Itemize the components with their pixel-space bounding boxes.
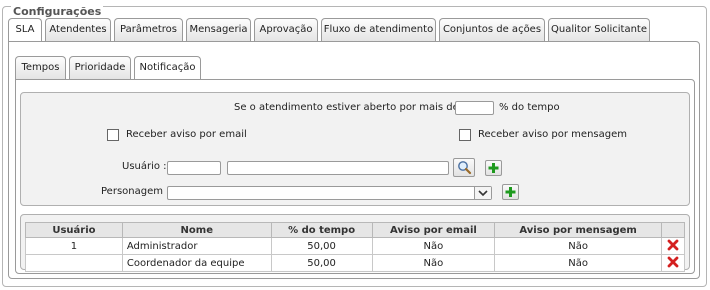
dropdown-button[interactable] — [474, 187, 491, 199]
col-aviso-mensagem: Aviso por mensagem — [494, 222, 662, 238]
persona-label: Personagem : — [101, 186, 170, 197]
add-user-button[interactable] — [485, 160, 502, 176]
email-checkbox-label: Receber aviso por email — [126, 129, 247, 140]
add-persona-button[interactable] — [502, 184, 519, 200]
tab-qualitor-solicitante[interactable]: Qualitor Solicitante — [548, 18, 650, 41]
user-name-input[interactable] — [227, 161, 449, 175]
fieldset-legend: Configurações — [11, 5, 104, 18]
plus-icon — [505, 187, 516, 197]
message-checkbox-label: Receber aviso por mensagem — [478, 129, 627, 140]
cell-usuario — [25, 254, 123, 272]
col-aviso-email: Aviso por email — [371, 222, 496, 238]
cell-nome: Coordenador da equipe — [121, 254, 272, 272]
col-nome: Nome — [121, 222, 272, 238]
magnifier-icon — [458, 161, 472, 175]
cell-mensagem: Não — [494, 254, 662, 272]
subtab-tempos[interactable]: Tempos — [15, 56, 66, 79]
cell-tempo: 50,00 — [270, 237, 373, 255]
tab-atendentes[interactable]: Atendentes — [45, 18, 111, 41]
subtab-notificacao[interactable]: Notificação — [134, 56, 201, 80]
subtab-prioridade[interactable]: Prioridade — [69, 56, 131, 79]
threshold-suffix: % do tempo — [499, 102, 560, 113]
search-user-button[interactable] — [453, 158, 475, 177]
tab-parametros[interactable]: Parâmetros — [114, 18, 183, 41]
table-row[interactable]: Coordenador da equipe 50,00 Não Não — [25, 254, 686, 272]
delete-icon — [667, 239, 679, 250]
threshold-label: Se o atendimento estiver aberto por mais… — [234, 102, 470, 114]
tab-mensageria[interactable]: Mensageria — [186, 18, 251, 41]
table-row[interactable]: 1 Administrador 50,00 Não Não — [25, 237, 686, 255]
cell-email: Não — [371, 254, 496, 272]
col-tempo: % do tempo — [270, 222, 373, 238]
cell-nome: Administrador — [121, 237, 272, 255]
chevron-down-icon — [478, 190, 488, 197]
notification-table: Usuário Nome % do tempo Aviso por email … — [25, 222, 686, 272]
message-checkbox[interactable] — [459, 129, 471, 141]
user-code-input[interactable] — [167, 161, 221, 175]
delete-row-button[interactable] — [660, 254, 686, 272]
cell-usuario: 1 — [25, 237, 123, 255]
tab-sla[interactable]: SLA — [8, 18, 42, 42]
email-checkbox[interactable] — [107, 129, 119, 141]
tab-fluxo-atendimento[interactable]: Fluxo de atendimento — [321, 18, 436, 41]
tab-aprovacao[interactable]: Aprovação — [254, 18, 318, 41]
table-header-row: Usuário Nome % do tempo Aviso por email … — [25, 222, 686, 238]
threshold-text: Se o atendimento estiver aberto por mais… — [234, 102, 459, 113]
delete-row-button[interactable] — [660, 237, 686, 255]
cell-mensagem: Não — [494, 237, 662, 255]
threshold-input[interactable] — [455, 101, 494, 115]
col-usuario: Usuário — [25, 222, 123, 238]
cell-tempo: 50,00 — [270, 254, 373, 272]
delete-icon — [667, 256, 679, 267]
user-label: Usuário : — [122, 161, 167, 172]
persona-select[interactable] — [167, 186, 492, 200]
col-actions — [660, 222, 686, 238]
plus-icon — [488, 163, 499, 173]
tab-conjuntos-acoes[interactable]: Conjuntos de ações — [439, 18, 545, 41]
cell-email: Não — [371, 237, 496, 255]
